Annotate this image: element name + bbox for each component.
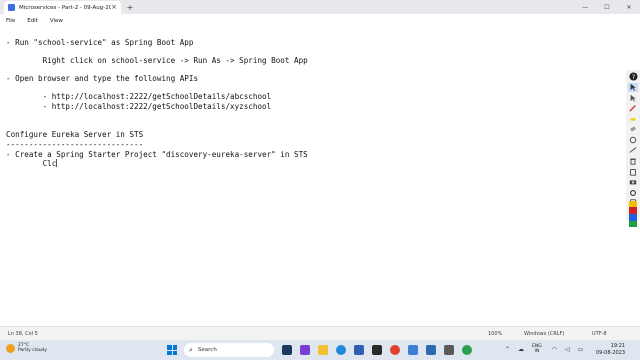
editor-line: - Open browser and type the following AP… [6,74,199,83]
highlighter-icon[interactable] [628,114,638,124]
svg-text:?: ? [631,74,634,81]
shapes-icon[interactable] [628,135,638,145]
menu-bar: File Edit View [0,14,640,27]
help-icon[interactable]: ? [628,72,638,82]
editor-line: - Create a Spring Starter Project "disco… [6,150,308,159]
chrome-icon[interactable] [390,345,400,355]
status-bar: Ln 38, Col 5 100% Windows (CRLF) UTF-8 [0,326,640,340]
zoom-level: 100% [488,331,503,337]
menu-view[interactable]: View [50,18,63,24]
notepad-taskbar-icon[interactable] [426,345,436,355]
text-cursor [56,159,58,167]
battery-icon[interactable]: ▭ [578,346,584,353]
file-explorer-icon[interactable] [318,345,328,355]
cloud-icon[interactable]: ☁ [518,346,524,353]
app-icon[interactable] [408,345,418,355]
camera-icon[interactable] [628,177,638,187]
trash-icon[interactable] [628,156,638,166]
app-icon-2[interactable] [444,345,454,355]
volume-icon[interactable]: ◁ [565,346,570,353]
clock-time: 19:21 [610,343,626,349]
pointer-icon[interactable] [628,82,638,93]
taskbar-search[interactable]: ⌕ Search [184,343,274,357]
search-label: Search [197,347,217,353]
weather-sun-icon [6,343,15,353]
notepad-icon [8,4,15,11]
terminal-icon[interactable] [372,345,382,355]
editor-line-current: Clc [6,159,58,168]
line-icon[interactable] [628,146,638,156]
system-tray: ⌃ ☁ ENG IN ◠ ◁ ▭ [505,344,591,355]
taskbar: 27°C Partly cloudy ⌕ Search ⌃ ☁ ENG IN ◠… [0,340,640,360]
window-controls: — ☐ ✕ [574,0,640,14]
chevron-up-icon[interactable]: ⌃ [505,346,510,353]
minimize-button[interactable]: — [574,0,596,14]
edge-icon[interactable] [336,345,346,355]
store-icon[interactable] [354,345,364,355]
pen-red-icon[interactable] [628,104,638,114]
editor-line: ------------------------------ [6,140,144,149]
annotation-toolbar: ? [626,70,640,227]
editor-line: - Run "school-service" as Spring Boot Ap… [6,38,194,47]
cursor-icon[interactable] [628,93,638,103]
weather-widget[interactable]: 27°C Partly cloudy [6,343,47,354]
line-ending: Windows (CRLF) [524,331,565,337]
menu-file[interactable]: File [6,18,15,24]
clipboard-icon[interactable] [628,167,638,177]
close-button[interactable]: ✕ [618,0,640,14]
editor-line: - http://localhost:2222/getSchoolDetails… [6,102,272,111]
teams-icon[interactable] [300,345,310,355]
editor-line: Right click on school-service -> Run As … [6,56,308,65]
task-view-icon[interactable] [282,345,292,355]
menu-edit[interactable]: Edit [27,18,38,24]
weather-desc: Partly cloudy [18,348,48,354]
clock-date: 09-08-2023 [596,349,626,356]
text-editor[interactable]: - Run "school-service" as Spring Boot Ap… [0,27,626,326]
maximize-button[interactable]: ☐ [596,0,618,14]
editor-line: - http://localhost:2222/getSchoolDetails… [6,92,272,101]
editor-line: Configure Eureka Server in STS [6,130,144,139]
new-tab-button[interactable]: + [124,1,136,13]
language-indicator[interactable]: ENG IN [532,344,542,355]
cursor-position: Ln 38, Col 5 [8,331,38,337]
encoding: UTF-8 [592,331,607,337]
settings-icon[interactable] [628,188,638,198]
title-bar: Microservices - Part-2 - 09-Aug-20 × + —… [0,0,640,14]
color-palette-icon[interactable] [628,200,638,227]
taskbar-clock[interactable]: 19:21 09-08-2023 [596,343,625,357]
search-icon: ⌕ [189,345,193,354]
eraser-icon[interactable] [628,125,638,135]
wifi-icon[interactable]: ◠ [552,346,557,353]
recorder-icon[interactable] [462,345,472,355]
tab-notepad[interactable]: Microservices - Part-2 - 09-Aug-20 × [4,1,121,14]
tab-close-button[interactable]: × [111,4,117,11]
tab-title: Microservices - Part-2 - 09-Aug-20 [19,4,112,11]
windows-start-icon[interactable] [167,345,177,355]
region-code: IN [534,349,540,355]
